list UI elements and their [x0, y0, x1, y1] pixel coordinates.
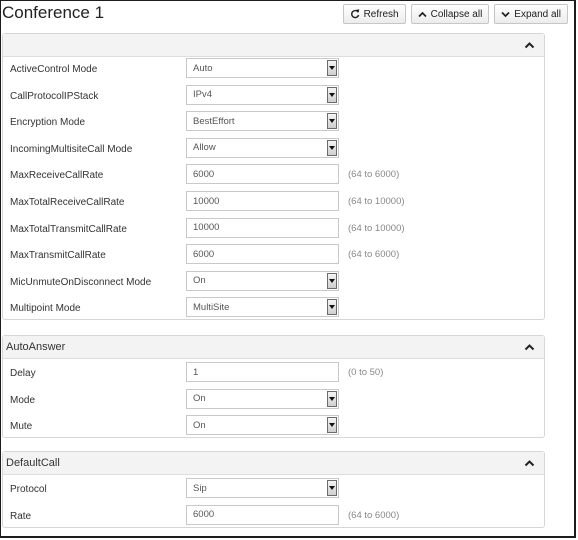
maxtotaltransmitcallrate-value: 10000 [193, 222, 220, 234]
mute-value: On [193, 419, 206, 431]
setting-label-callprotocolipstack: CallProtocolIPStack [10, 90, 99, 102]
defaultcall-section: DefaultCall Protocol Sip Rate 6000 (64 to 60… [2, 451, 545, 528]
mute-select[interactable]: On [186, 415, 339, 435]
maxtransmitcallrate-value: 6000 [193, 248, 215, 260]
setting-row-maxreceivecallrate: MaxReceiveCallRate 6000 (64 to 6000) [3, 164, 544, 190]
setting-row-mute: Mute On [3, 415, 544, 441]
chevron-down-icon [501, 11, 510, 18]
setting-label-mute: Mute [10, 421, 33, 432]
setting-label-incomingmultisitecall-mode: IncomingMultisiteCall Mode [10, 143, 133, 155]
dropdown-arrow-icon[interactable] [327, 480, 337, 496]
dropdown-arrow-icon[interactable] [327, 272, 337, 289]
setting-label-maxtotaltransmitcallrate: MaxTotalTransmitCallRate [10, 223, 127, 235]
setting-label-micunmuteondisconnect-mode: MicUnmuteOnDisconnect Mode [10, 276, 152, 288]
setting-row-rate: Rate 6000 (64 to 6000) [3, 504, 544, 531]
setting-label-mode: Mode [10, 394, 36, 406]
defaultcall-section-title: DefaultCall [6, 457, 60, 469]
conference-section: ActiveControl Mode Auto CallProtocolIPStac… [2, 33, 545, 320]
maxtotalreceivecallrate-value: 10000 [193, 195, 220, 207]
incomingmultisitecall-mode-select[interactable]: Allow [186, 137, 339, 158]
encryption-mode-select[interactable]: BestEffort [186, 111, 339, 132]
delay-range-hint: (0 to 50) [348, 367, 384, 378]
dropdown-arrow-icon[interactable] [327, 417, 337, 433]
micunmuteondisconnect-mode-select[interactable]: On [186, 270, 339, 291]
multipoint-mode-select[interactable]: MultiSite [186, 297, 339, 318]
expand-all-label: Expand all [514, 8, 561, 20]
multipoint-mode-value: MultiSite [193, 301, 230, 313]
autoanswer-section: AutoAnswer Delay 1 (0 to 50) Mode On Mute On [2, 335, 545, 438]
chevron-up-icon[interactable] [522, 38, 536, 52]
mode-value: On [193, 393, 206, 404]
conference-section-header[interactable] [3, 34, 544, 57]
setting-row-maxtotaltransmitcallrate: MaxTotalTransmitCallRate 10000 (64 to 1000… [3, 217, 544, 244]
toolbar: Refresh Collapse all Expand all [342, 4, 568, 24]
rate-input[interactable]: 6000 [186, 504, 339, 525]
setting-label-maxtotalreceivecallrate: MaxTotalReceiveCallRate [10, 197, 125, 208]
setting-label-protocol: Protocol [10, 484, 47, 495]
maxtransmitcallrate-input[interactable]: 6000 [186, 244, 339, 265]
refresh-button[interactable]: Refresh [342, 4, 406, 24]
page-title: Conference 1 [2, 3, 105, 22]
setting-row-incomingmultisitecall-mode: IncomingMultisiteCall Mode Allow [3, 137, 544, 164]
defaultcall-section-header[interactable]: DefaultCall [3, 452, 544, 475]
setting-label-encryption-mode: Encryption Mode [10, 117, 86, 129]
setting-row-maxtransmitcallrate: MaxTransmitCallRate 6000 (64 to 6000) [3, 244, 544, 270]
delay-value: 1 [193, 366, 199, 378]
maxtransmitcallrate-range-hint: (64 to 6000) [348, 249, 400, 261]
setting-row-callprotocolipstack: CallProtocolIPStack IPv4 [3, 84, 544, 111]
setting-label-rate: Rate [10, 510, 32, 522]
setting-row-encryption-mode: Encryption Mode BestEffort [3, 111, 544, 137]
activecontrol-mode-value: Auto [193, 62, 213, 74]
setting-row-activecontrol-mode: ActiveControl Mode Auto [3, 58, 544, 84]
expand-all-button[interactable]: Expand all [494, 4, 568, 24]
maxtotaltransmitcallrate-input[interactable]: 10000 [186, 217, 339, 238]
chevron-up-icon[interactable] [522, 456, 536, 470]
setting-row-protocol: Protocol Sip [3, 478, 544, 504]
rate-value: 6000 [193, 509, 215, 520]
micunmuteondisconnect-mode-value: On [193, 275, 206, 287]
dropdown-arrow-icon[interactable] [327, 113, 337, 130]
dropdown-arrow-icon[interactable] [327, 60, 337, 76]
setting-label-delay: Delay [10, 368, 36, 379]
incomingmultisitecall-mode-value: Allow [193, 142, 216, 154]
dropdown-arrow-icon[interactable] [327, 86, 337, 103]
setting-row-micunmuteondisconnect-mode: MicUnmuteOnDisconnect Mode On [3, 270, 544, 297]
maxtotalreceivecallrate-range-hint: (64 to 10000) [348, 196, 405, 207]
collapse-all-button[interactable]: Collapse all [410, 4, 490, 24]
autoanswer-section-header[interactable]: AutoAnswer [3, 336, 544, 359]
rate-range-hint: (64 to 6000) [348, 509, 400, 521]
maxtotaltransmitcallrate-range-hint: (64 to 10000) [348, 222, 405, 234]
setting-label-multipoint-mode: Multipoint Mode [10, 303, 81, 315]
dropdown-arrow-icon[interactable] [327, 299, 337, 316]
maxtotalreceivecallrate-input[interactable]: 10000 [186, 191, 339, 211]
encryption-mode-value: BestEffort [193, 115, 235, 127]
collapse-all-label: Collapse all [430, 8, 483, 20]
dropdown-arrow-icon[interactable] [327, 139, 337, 156]
maxreceivecallrate-range-hint: (64 to 6000) [348, 169, 400, 181]
setting-label-maxtransmitcallrate: MaxTransmitCallRate [10, 250, 106, 262]
chevron-up-icon [417, 11, 427, 18]
activecontrol-mode-select[interactable]: Auto [186, 58, 339, 78]
setting-row-delay: Delay 1 (0 to 50) [3, 362, 544, 388]
callprotocolipstack-select[interactable]: IPv4 [186, 84, 339, 105]
protocol-select[interactable]: Sip [186, 478, 339, 498]
callprotocolipstack-value: IPv4 [193, 89, 213, 101]
setting-label-activecontrol-mode: ActiveControl Mode [10, 64, 98, 75]
refresh-icon [350, 9, 360, 19]
protocol-value: Sip [193, 482, 207, 494]
autoanswer-section-title: AutoAnswer [6, 341, 66, 353]
mode-select[interactable]: On [186, 388, 339, 409]
chevron-up-icon[interactable] [522, 340, 536, 354]
refresh-label: Refresh [363, 8, 399, 20]
setting-row-multipoint-mode: Multipoint Mode MultiSite [3, 297, 544, 323]
maxreceivecallrate-input[interactable]: 6000 [186, 164, 339, 185]
dropdown-arrow-icon[interactable] [327, 390, 337, 407]
maxreceivecallrate-value: 6000 [193, 168, 215, 180]
setting-label-maxreceivecallrate: MaxReceiveCallRate [10, 170, 104, 182]
delay-input[interactable]: 1 [186, 362, 339, 382]
setting-row-maxtotalreceivecallrate: MaxTotalReceiveCallRate 10000 (64 to 10000… [3, 191, 544, 217]
setting-row-mode: Mode On [3, 388, 544, 415]
